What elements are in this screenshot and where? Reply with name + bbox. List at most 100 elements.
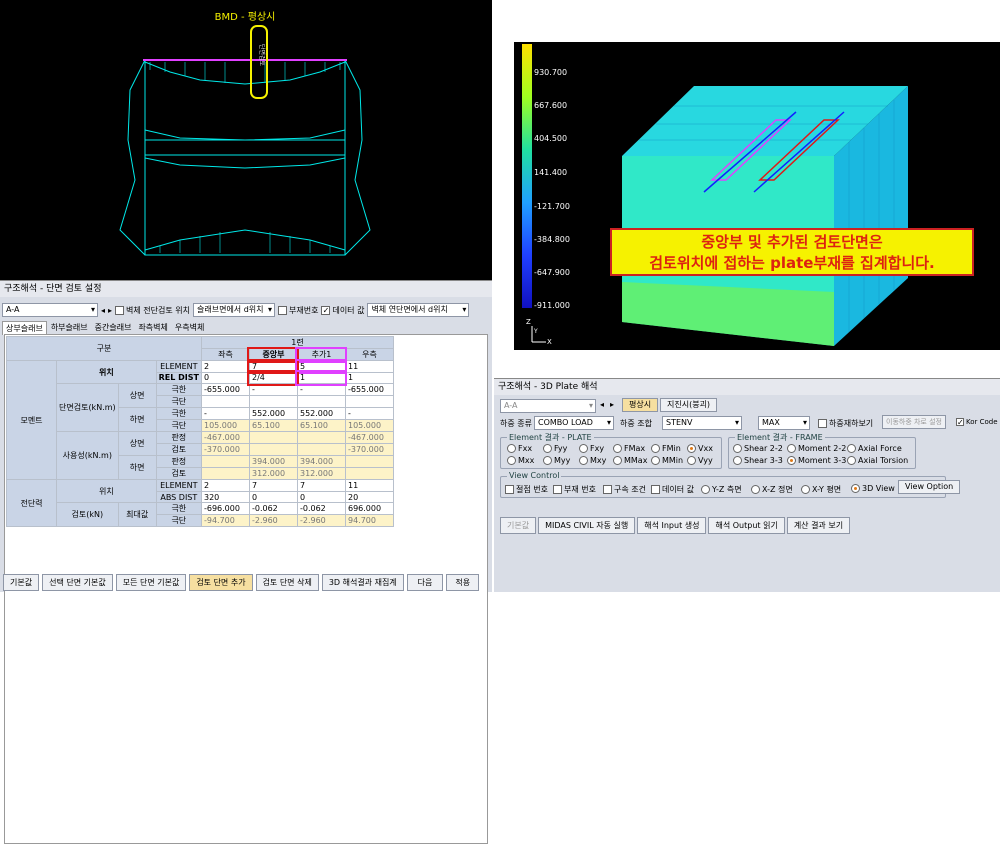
radio-fmin[interactable]: FMin xyxy=(651,444,681,453)
nav-next-icon[interactable]: ▸ xyxy=(108,306,112,315)
radio-label: Vxx xyxy=(698,444,713,453)
radio-vyy[interactable]: Vyy xyxy=(687,456,713,465)
radio-shear33[interactable]: Shear 3-3 xyxy=(733,456,783,465)
radio-fmax[interactable]: FMax xyxy=(613,444,645,453)
normal-button[interactable]: 평상시 xyxy=(622,398,659,412)
rd-center[interactable]: 2/4 xyxy=(247,370,300,386)
sh-el-left[interactable]: 2 xyxy=(200,479,250,492)
m-top-end-right[interactable] xyxy=(344,395,394,409)
reload-checkbox[interactable]: 하중재하보기 xyxy=(818,418,873,429)
tab-right-wall[interactable]: 우측벽체 xyxy=(171,321,208,335)
sh-el-right[interactable]: 11 xyxy=(344,479,394,492)
radio-moment22[interactable]: Moment 2-2 xyxy=(787,444,846,453)
bmd-viewport[interactable]: BMD - 평상시 단면검토 xyxy=(0,0,492,280)
member-no-checkbox[interactable]: 부재번호 xyxy=(278,305,318,316)
apply-button[interactable]: 적용 xyxy=(446,574,480,591)
next-button[interactable]: 다음 xyxy=(406,574,444,591)
tab-mid-slab[interactable]: 중간슬래브 xyxy=(91,321,135,335)
el-center[interactable]: 7 xyxy=(247,358,300,375)
default-button[interactable]: 기본값 xyxy=(3,574,40,591)
shear-pos-select[interactable]: 슬래브면에서 d위치 xyxy=(193,303,275,317)
radio-mmin[interactable]: MMin xyxy=(651,456,683,465)
all-default-button[interactable]: 모든 단면 기본값 xyxy=(115,574,187,591)
radio-moment33[interactable]: Moment 3-3 xyxy=(787,456,846,465)
nav-prev-icon[interactable]: ◂ xyxy=(600,400,604,409)
radio-fyy[interactable]: Fyy xyxy=(543,444,567,453)
rd-left[interactable]: 0 xyxy=(200,371,250,385)
load-kind-select[interactable]: COMBO LOAD xyxy=(534,416,614,430)
tab-top-slab[interactable]: 상부슬래브 xyxy=(2,321,47,335)
rd-add1[interactable]: 1 xyxy=(295,370,348,386)
sh-abs-add1[interactable]: 0 xyxy=(296,490,346,504)
radio-mxx[interactable]: Mxx xyxy=(507,456,534,465)
kor-code-checkbox[interactable]: ✓ Kor Code xyxy=(956,418,998,427)
m-bot-ext-right[interactable]: - xyxy=(344,407,394,421)
plate-viewport[interactable]: 930.700 667.600 404.500 141.400 -121.700… xyxy=(514,42,1000,350)
tab-left-wall[interactable]: 좌측벽체 xyxy=(135,321,171,335)
reaggregate-button[interactable]: 3D 해석결과 재집계 xyxy=(321,574,404,591)
node-no-checkbox[interactable]: 절점 번호 xyxy=(505,484,548,495)
m-top-end-add1[interactable] xyxy=(296,395,346,409)
section-select[interactable]: A-A xyxy=(2,303,98,317)
sh-el-center[interactable]: 7 xyxy=(248,479,298,492)
selected-default-button[interactable]: 선택 단면 기본값 xyxy=(42,574,113,591)
sh-abs-center[interactable]: 0 xyxy=(248,490,298,504)
m-top-end-center[interactable] xyxy=(248,395,298,409)
m-bot-ext-left[interactable]: - xyxy=(200,407,250,421)
radio-mxy[interactable]: Mxy xyxy=(579,456,606,465)
result-view-button[interactable]: 계산 결과 보기 xyxy=(786,517,851,534)
default-button[interactable]: 기본값 xyxy=(500,517,537,534)
radio-myy[interactable]: Myy xyxy=(543,456,570,465)
max-select[interactable]: MAX xyxy=(758,416,810,430)
nav-next-icon[interactable]: ▸ xyxy=(610,400,614,409)
output-read-button[interactable]: 해석 Output 읽기 xyxy=(708,517,785,534)
m-top-ext-right[interactable]: -655.000 xyxy=(344,383,394,397)
sh-ext-right[interactable]: 696.000 xyxy=(344,502,394,516)
radio-3d[interactable]: 3D View xyxy=(851,484,895,493)
sh-abs-left[interactable]: 320 xyxy=(200,490,250,504)
radio-axial-torsion[interactable]: Axial Torsion xyxy=(847,456,908,465)
radio-shear22[interactable]: Shear 2-2 xyxy=(733,444,783,453)
el-left[interactable]: 2 xyxy=(200,360,250,373)
nav-prev-icon[interactable]: ◂ xyxy=(101,306,105,315)
sh-ext-center[interactable]: -0.062 xyxy=(248,502,298,516)
load-comb-select[interactable]: STENV xyxy=(662,416,742,430)
earthquake-button[interactable]: 지진시(붕괴) xyxy=(660,398,718,412)
m-top-ext-center[interactable]: - xyxy=(248,383,298,397)
input-gen-button[interactable]: 해석 Input 생성 xyxy=(637,517,707,534)
delete-section-button[interactable]: 검토 단면 삭제 xyxy=(255,574,319,591)
rd-right[interactable]: 1 xyxy=(344,371,394,385)
m-top-ext-add1[interactable]: - xyxy=(296,383,346,397)
midas-run-button[interactable]: MIDAS CIVIL 자동 실행 xyxy=(538,517,636,534)
view-option-button[interactable]: View Option xyxy=(898,480,961,494)
sh-ext-add1[interactable]: -0.062 xyxy=(296,502,346,516)
move-load-button[interactable]: 이동하중 차로 설정 xyxy=(882,415,946,429)
sh-el-add1[interactable]: 7 xyxy=(296,479,346,492)
data-value-checkbox[interactable]: 데이터 값 xyxy=(651,484,694,495)
radio-vxx[interactable]: Vxx xyxy=(687,444,713,453)
shear-pos-checkbox[interactable]: 벽체 전단검토 위치 xyxy=(115,305,190,316)
radio-mmax[interactable]: MMax xyxy=(613,456,647,465)
constraint-checkbox[interactable]: 구속 조건 xyxy=(603,484,646,495)
el-add1[interactable]: 5 xyxy=(295,358,348,375)
radio-fxy[interactable]: Fxy xyxy=(579,444,604,453)
sh-abs-right[interactable]: 20 xyxy=(344,490,394,504)
radio-xz[interactable]: X-Z 정면 xyxy=(751,484,793,495)
radio-yz[interactable]: Y-Z 측면 xyxy=(701,484,742,495)
m-bot-ext-center[interactable]: 552.000 xyxy=(248,407,298,421)
radio-xy[interactable]: X-Y 평면 xyxy=(801,484,841,495)
el-right[interactable]: 11 xyxy=(344,360,394,373)
radio-fxx[interactable]: Fxx xyxy=(507,444,532,453)
m-top-ext-left[interactable]: -655.000 xyxy=(200,383,250,397)
sh-ext-left[interactable]: -696.000 xyxy=(200,502,250,516)
member-no-checkbox[interactable]: 부재 번호 xyxy=(553,484,596,495)
data-value-checkbox[interactable]: ✓ 데이터 값 xyxy=(321,305,364,316)
section-select[interactable]: A-A xyxy=(500,399,596,413)
add-section-button[interactable]: 검토 단면 추가 xyxy=(189,574,253,591)
radio-axial-force[interactable]: Axial Force xyxy=(847,444,902,453)
wall-shear-select[interactable]: 벽체 연단면에서 d위치 xyxy=(367,303,470,317)
tab-bottom-slab[interactable]: 하부슬래브 xyxy=(47,321,91,335)
s-top-judge-center xyxy=(248,431,298,445)
m-bot-ext-add1[interactable]: 552.000 xyxy=(296,407,346,421)
m-top-end-left[interactable] xyxy=(200,395,250,409)
